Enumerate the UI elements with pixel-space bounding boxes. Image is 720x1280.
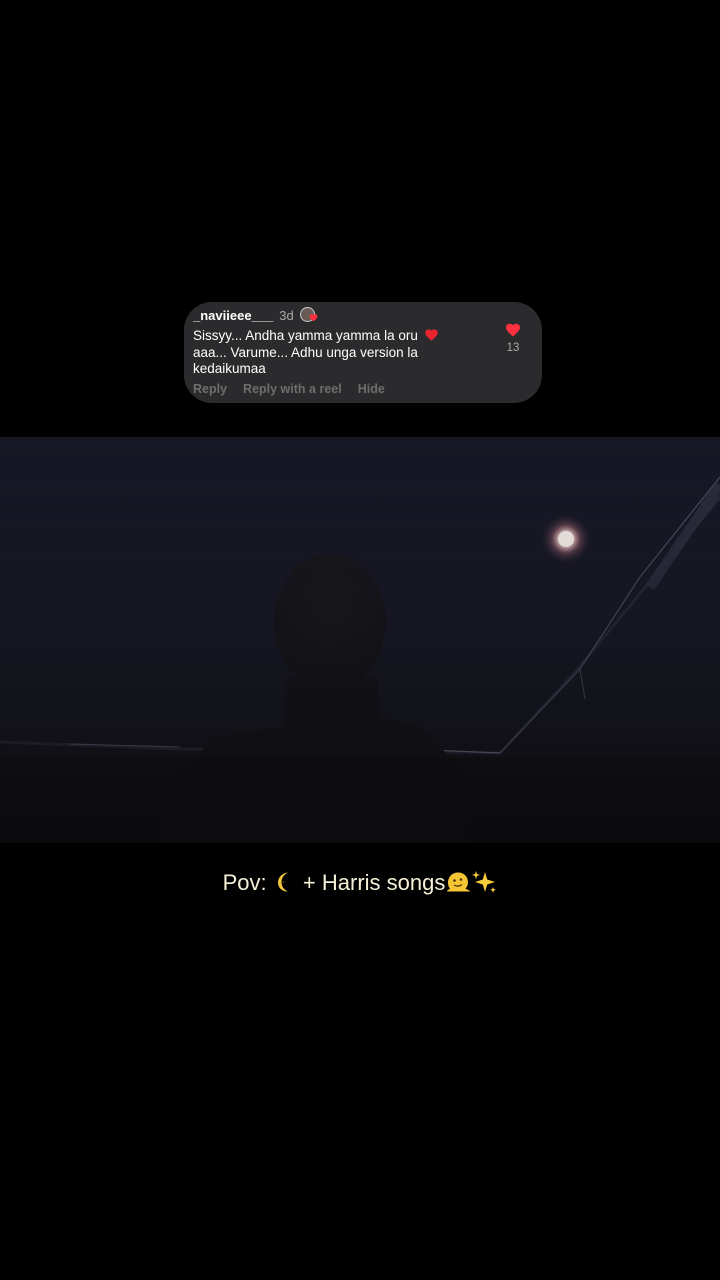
melting-face-icon [447, 872, 471, 892]
like-heart-icon[interactable] [505, 322, 521, 337]
comment-username[interactable]: _naviieee___ [193, 308, 273, 323]
comment-actions: Reply Reply with a reel Hide [193, 382, 385, 396]
red-heart-icon [424, 329, 438, 341]
creator-liked-badge-icon [299, 307, 318, 323]
comment-text-part-2: aaa... Varume... Adhu unga version la ke… [193, 344, 418, 377]
reply-button[interactable]: Reply [193, 382, 227, 396]
comment-text: Sissyy... Andha yamma yamma la oru aaa..… [193, 328, 473, 378]
caption-middle: + Harris songs [302, 870, 446, 895]
caption-prefix: Pov: [222, 870, 267, 895]
comment-text-part-1: Sissyy... Andha yamma yamma la oru [193, 328, 418, 343]
reply-with-reel-button[interactable]: Reply with a reel [243, 382, 342, 396]
reel-caption: Pov: + Harris songs [0, 870, 720, 896]
hide-button[interactable]: Hide [358, 382, 385, 396]
mini-heart-icon [309, 314, 318, 322]
reel-screen: _naviieee___ 3d Sissyy... Andha yamma ya… [0, 0, 720, 1280]
video-scene-image [0, 437, 720, 843]
comment-like[interactable]: 13 [502, 322, 524, 354]
crescent-moon-icon [277, 872, 288, 892]
comment-card[interactable]: _naviieee___ 3d Sissyy... Andha yamma ya… [184, 302, 542, 403]
sparkles-icon [472, 871, 497, 893]
comment-header: _naviieee___ 3d [193, 307, 318, 323]
video-frame[interactable] [0, 437, 720, 843]
comment-time: 3d [279, 307, 294, 323]
like-count: 13 [506, 342, 520, 354]
